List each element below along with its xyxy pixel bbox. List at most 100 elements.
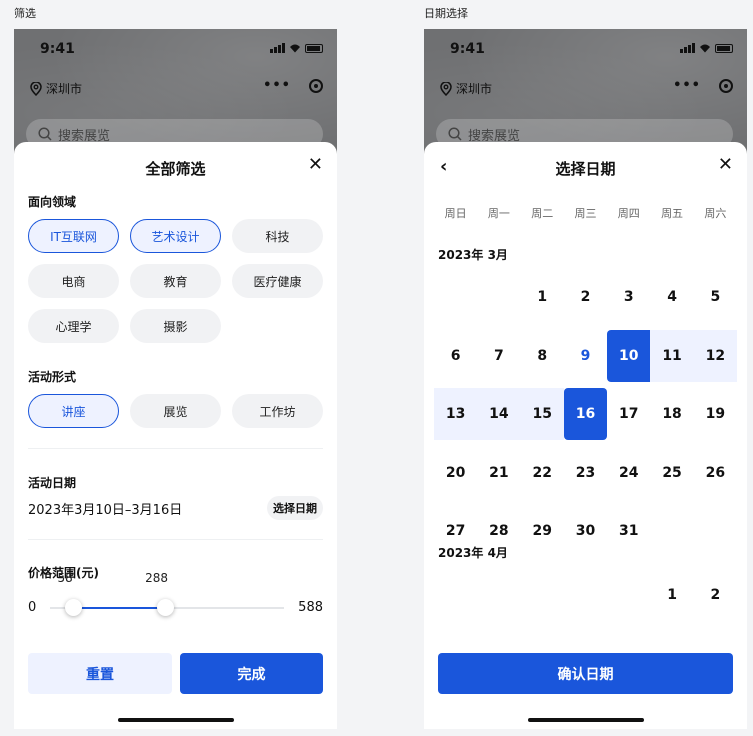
wifi-icon — [700, 44, 710, 53]
status-time: 9:41 — [450, 41, 485, 57]
choose-date-button[interactable]: 选择日期 — [267, 496, 323, 520]
filter-sheet: 全部筛选 ✕ 面向领域 IT互联网 艺术设计 科技 电商 教育 医疗健康 心理学 摄影 活动形… — [14, 142, 337, 729]
calendar-day[interactable]: 19 — [694, 388, 737, 440]
more-icon[interactable]: ••• — [263, 78, 291, 93]
calendar-day[interactable]: 31 — [607, 505, 650, 557]
calendar-day[interactable]: 13 — [434, 388, 478, 440]
calendar-day[interactable]: 17 — [607, 388, 650, 440]
filter-chip[interactable]: 医疗健康 — [232, 264, 323, 298]
calendar-day[interactable]: 2 — [564, 271, 607, 323]
capsule-close-icon[interactable] — [719, 78, 733, 93]
divider — [28, 539, 323, 540]
calendar-day[interactable]: 4 — [650, 271, 693, 323]
location-selector[interactable]: 深圳市 — [440, 80, 492, 97]
location-pin-icon — [30, 81, 42, 96]
filter-chip[interactable]: 工作坊 — [232, 394, 323, 428]
location-selector[interactable]: 深圳市 — [30, 80, 82, 97]
search-placeholder: 搜索展览 — [468, 128, 521, 144]
weekday-label: 周五 — [661, 207, 684, 220]
calendar-day[interactable]: 24 — [607, 447, 650, 499]
calendar-day[interactable]: 6 — [434, 330, 477, 382]
calendar-empty-cell — [434, 271, 477, 323]
price-high-label: 288 — [145, 571, 169, 585]
filter-chip[interactable]: 展览 — [130, 394, 221, 428]
signal-icon — [680, 43, 695, 53]
calendar-day[interactable]: 1 — [521, 271, 564, 323]
calendar-day[interactable]: 1 — [650, 569, 693, 621]
filter-chip[interactable]: 电商 — [28, 264, 119, 298]
battery-icon — [715, 43, 733, 53]
calendar-empty-cell — [694, 505, 737, 557]
filter-chip[interactable]: 讲座 — [28, 394, 119, 428]
slider-thumb-high[interactable]: 288 — [145, 571, 174, 616]
calendar-day[interactable]: 29 — [521, 505, 564, 557]
filter-chip[interactable]: 艺术设计 — [130, 219, 221, 253]
price-min-label: 0 — [28, 600, 37, 615]
calendar-week: 12345 — [434, 271, 737, 323]
weekday-label: 周三 — [574, 207, 597, 220]
more-icon[interactable]: ••• — [673, 78, 701, 93]
location-label: 深圳市 — [46, 82, 83, 96]
filter-chip[interactable]: IT互联网 — [28, 219, 119, 253]
weekday-label: 周日 — [444, 207, 467, 220]
date-sheet: ‹ 选择日期 ✕ 周日 周一 周二 周三 周四 周五 周六 2023年 3月 1 2 3 4 5 6 7 8… — [424, 142, 747, 729]
format-section-title: 活动形式 — [28, 370, 77, 384]
slider-fill — [73, 607, 165, 609]
calendar-day[interactable]: 12 — [693, 329, 737, 382]
search-icon — [448, 127, 462, 141]
weekday-label: 周一 — [487, 207, 510, 220]
filter-screen: 9:41 深圳市 ••• 搜索展览 全部筛选 ✕ 面向领域 IT互联网 艺术设计科… — [14, 29, 337, 729]
search-placeholder: 搜索展览 — [58, 128, 111, 144]
done-button[interactable]: 完成 — [180, 653, 323, 694]
confirm-date-button[interactable]: 确认日期 — [438, 653, 733, 694]
calendar-day[interactable]: 23 — [564, 447, 607, 499]
calendar-day[interactable]: 25 — [650, 447, 693, 499]
wifi-icon — [290, 44, 300, 53]
close-icon[interactable]: ✕ — [718, 156, 733, 174]
calendar-day[interactable]: 30 — [564, 505, 607, 557]
calendar-day[interactable]: 2 — [694, 569, 737, 621]
calendar-day[interactable]: 14 — [477, 388, 521, 440]
month-label: 2023年 3月 — [438, 248, 508, 262]
calendar-day[interactable]: 16 — [563, 388, 608, 440]
filter-chip[interactable]: 心理学 — [28, 309, 119, 343]
capsule-close-icon[interactable] — [309, 78, 323, 93]
calendar-day[interactable]: 20 — [434, 447, 477, 499]
calendar-week: 12 — [434, 569, 737, 621]
reset-button[interactable]: 重置 — [28, 653, 172, 694]
calendar-day[interactable]: 8 — [521, 330, 564, 382]
calendar-day[interactable]: 5 — [694, 271, 737, 323]
divider — [28, 448, 323, 449]
filter-chip[interactable]: 教育 — [130, 264, 221, 298]
battery-icon — [305, 43, 323, 53]
caption-filter: 筛选 — [14, 7, 36, 20]
calendar-empty-cell — [477, 271, 520, 323]
calendar-day[interactable]: 3 — [607, 271, 650, 323]
filter-chip[interactable]: 科技 — [232, 219, 323, 253]
calendar-day[interactable]: 18 — [650, 388, 693, 440]
date-section-title: 活动日期 — [28, 476, 77, 490]
price-max-label: 588 — [298, 600, 323, 615]
calendar-day[interactable]: 10 — [607, 329, 651, 382]
calendar-empty-cell — [434, 569, 477, 621]
calendar-day[interactable]: 15 — [520, 388, 564, 440]
calendar-day[interactable]: 11 — [650, 329, 694, 382]
location-pin-icon — [440, 81, 452, 96]
status-bar: 9:41 — [450, 41, 733, 57]
slider-track[interactable]: 58 288 — [50, 571, 284, 616]
calendar-day[interactable]: 26 — [694, 447, 737, 499]
filter-chip[interactable]: 摄影 — [130, 309, 221, 343]
calendar-empty-cell — [477, 569, 520, 621]
calendar-day[interactable]: 22 — [521, 447, 564, 499]
format-options: 讲座 展览 工作坊 — [28, 394, 323, 428]
calendar-day[interactable]: 7 — [477, 330, 520, 382]
signal-icon — [270, 43, 285, 53]
calendar-day[interactable]: 21 — [477, 447, 520, 499]
weekday-label: 周四 — [617, 207, 640, 220]
close-icon[interactable]: ✕ — [308, 156, 323, 174]
calendar-day[interactable]: 9 — [564, 330, 607, 382]
slider-thumb-low[interactable]: 58 — [57, 571, 83, 616]
month-label: 2023年 4月 — [438, 545, 508, 560]
price-range-slider[interactable]: 0 58 288 588 — [28, 571, 323, 622]
selected-date-range: 2023年3月10日–3月16日 — [28, 502, 183, 518]
